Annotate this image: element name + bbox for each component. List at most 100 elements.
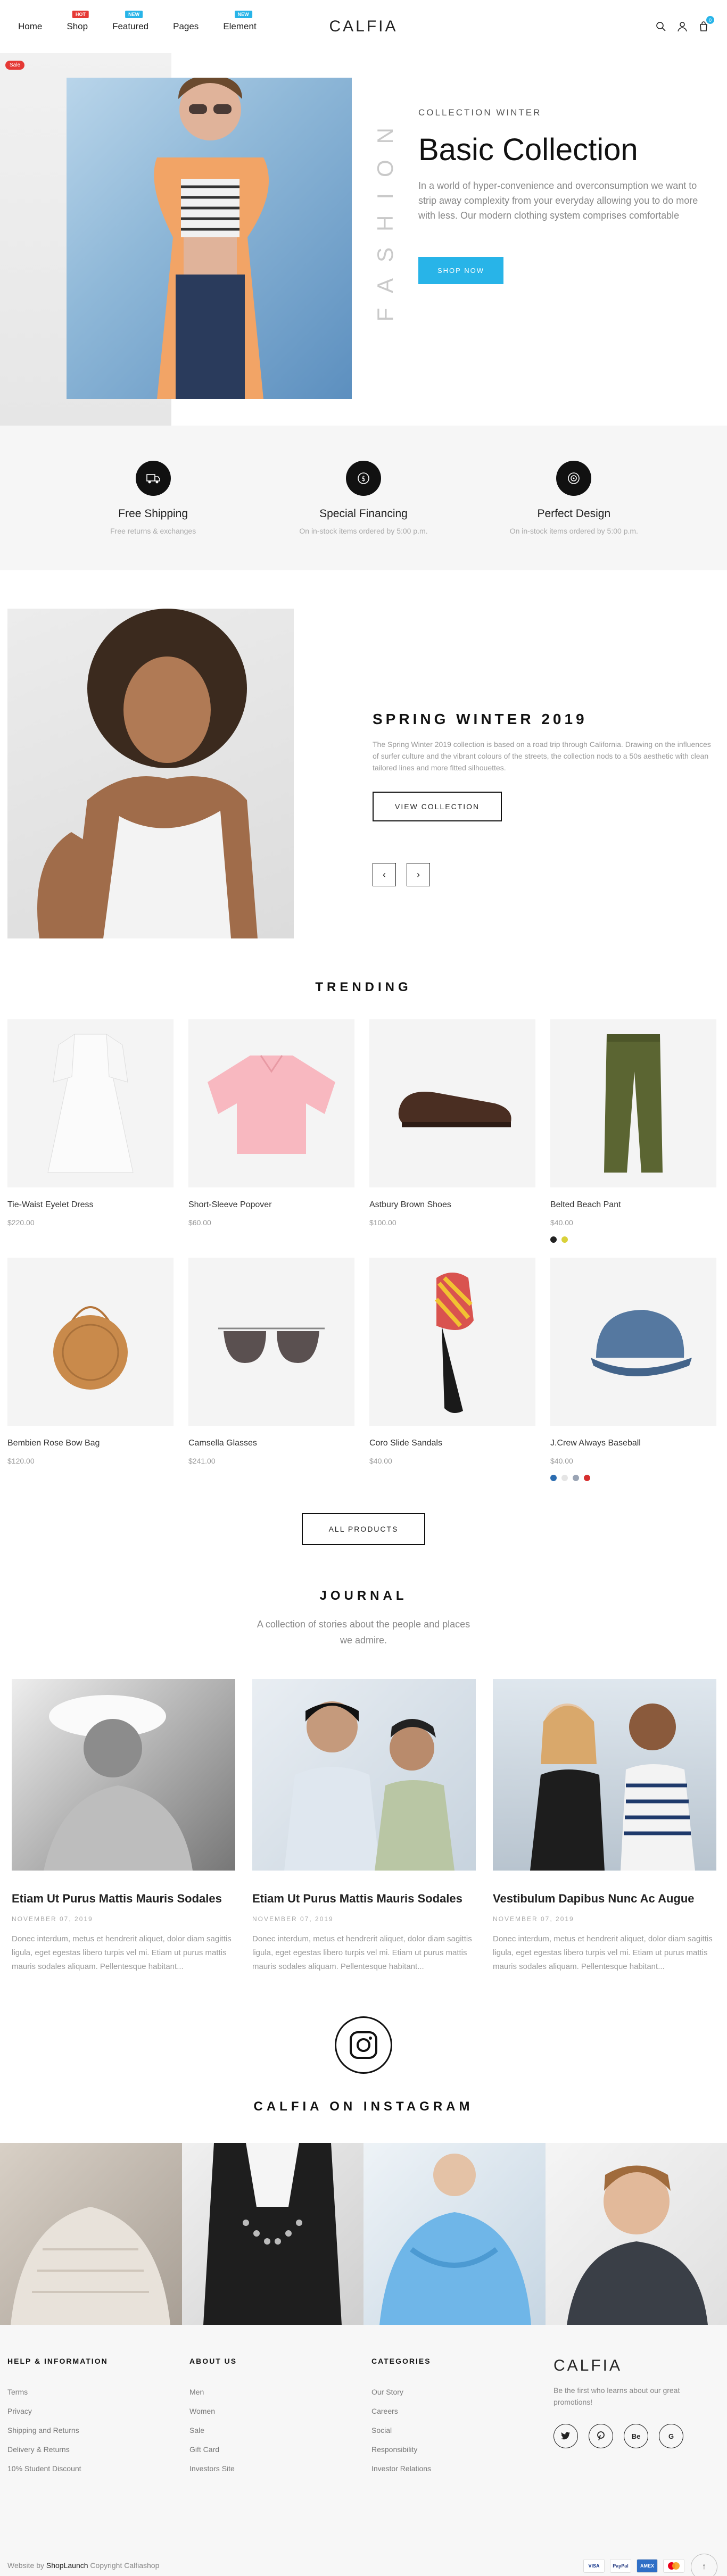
instagram-photo[interactable] xyxy=(181,2143,363,2325)
nav-label: Shop xyxy=(67,21,88,31)
product-image[interactable] xyxy=(7,1019,174,1187)
product-card[interactable]: Coro Slide Sandals $40.00 xyxy=(369,1258,535,1481)
product-card[interactable]: Tie-Waist Eyelet Dress $220.00 xyxy=(7,1019,174,1243)
nav-shop[interactable]: HOT Shop xyxy=(67,11,89,32)
product-name[interactable]: Short-Sleeve Popover xyxy=(188,1200,354,1210)
product-image[interactable] xyxy=(550,1019,716,1187)
footer-link[interactable]: Women xyxy=(189,2407,371,2415)
product-name[interactable]: Bembien Rose Bow Bag xyxy=(7,1439,174,1448)
feature-title: Free Shipping xyxy=(118,508,188,520)
product-price: $241.00 xyxy=(188,1457,216,1465)
journal-image[interactable] xyxy=(252,1679,476,1871)
view-collection-button[interactable]: VIEW COLLECTION xyxy=(373,792,502,821)
footer-link[interactable]: Shipping and Returns xyxy=(7,2426,189,2434)
footer-link[interactable]: Our Story xyxy=(371,2388,553,2396)
product-price: $40.00 xyxy=(550,1457,573,1465)
color-swatch[interactable] xyxy=(561,1236,568,1243)
footer-link[interactable]: Men xyxy=(189,2388,371,2396)
google-icon[interactable]: G xyxy=(659,2424,683,2448)
journal-post-title[interactable]: Etiam Ut Purus Mattis Mauris Sodales xyxy=(252,1892,476,1906)
hero-section: Sale FASHION COLLECTION WINTER Basic Col… xyxy=(0,53,727,426)
product-name[interactable]: Coro Slide Sandals xyxy=(369,1439,535,1448)
product-card[interactable]: Belted Beach Pant $40.00 xyxy=(550,1019,716,1243)
logo[interactable]: CALFIA xyxy=(329,18,398,36)
cart-icon[interactable]: 0 xyxy=(698,16,714,32)
user-icon[interactable] xyxy=(677,21,688,32)
product-image[interactable] xyxy=(550,1258,716,1426)
product-card[interactable]: Camsella Glasses $241.00 xyxy=(188,1258,354,1481)
product-image[interactable] xyxy=(7,1258,174,1426)
journal-image[interactable] xyxy=(493,1679,716,1871)
nav-element[interactable]: NEW Element xyxy=(223,11,257,32)
color-swatch[interactable] xyxy=(573,1475,579,1481)
shipping-icon xyxy=(135,461,171,496)
amex-icon: AMEX xyxy=(637,2559,658,2573)
product-name[interactable]: Tie-Waist Eyelet Dress xyxy=(7,1200,174,1210)
product-card[interactable]: Astbury Brown Shoes $100.00 xyxy=(369,1019,535,1243)
instagram-photo[interactable] xyxy=(363,2143,546,2325)
footer-column: HELP & INFORMATION Terms Privacy Shippin… xyxy=(7,2357,189,2483)
prev-arrow-icon[interactable]: ‹ xyxy=(373,863,396,886)
footer-link[interactable]: Sale xyxy=(189,2426,371,2434)
behance-icon[interactable]: Be xyxy=(624,2424,648,2448)
nav-label: Home xyxy=(18,21,43,31)
product-name[interactable]: J.Crew Always Baseball xyxy=(550,1439,716,1448)
nav-pages[interactable]: Pages xyxy=(173,21,199,32)
footer-link[interactable]: 10% Student Discount xyxy=(7,2464,189,2473)
footer-link[interactable]: Careers xyxy=(371,2407,553,2415)
svg-text:$: $ xyxy=(361,475,366,483)
feature-title: Perfect Design xyxy=(537,508,611,520)
product-card[interactable]: J.Crew Always Baseball $40.00 xyxy=(550,1258,716,1481)
copyright-brand-link[interactable]: ShopLaunch xyxy=(46,2561,88,2570)
journal-post-title[interactable]: Vestibulum Dapibus Nunc Ac Augue xyxy=(493,1892,716,1906)
footer-heading: ABOUT US xyxy=(189,2357,237,2365)
footer-columns: HELP & INFORMATION Terms Privacy Shippin… xyxy=(7,2357,720,2483)
instagram-photo[interactable] xyxy=(0,2143,182,2325)
product-name[interactable]: Astbury Brown Shoes xyxy=(369,1200,535,1210)
journal-post-date: NOVEMBER 07, 2019 xyxy=(12,1915,93,1923)
nav-home[interactable]: Home xyxy=(18,21,42,32)
color-swatches xyxy=(550,1475,716,1481)
all-products-button[interactable]: ALL PRODUCTS xyxy=(302,1513,425,1545)
instagram-title: CALFIA ON INSTAGRAM xyxy=(253,2099,474,2114)
color-swatch[interactable] xyxy=(561,1475,568,1481)
next-arrow-icon[interactable]: › xyxy=(407,863,430,886)
hero-kicker: COLLECTION WINTER xyxy=(418,107,542,118)
footer-link[interactable]: Gift Card xyxy=(189,2445,371,2454)
newsletter-text: Be the first who learns about our great … xyxy=(553,2386,680,2406)
color-swatch[interactable] xyxy=(550,1475,557,1481)
footer-link[interactable]: Social xyxy=(371,2426,553,2434)
pinterest-icon[interactable] xyxy=(589,2424,613,2448)
product-image[interactable] xyxy=(369,1019,535,1187)
search-icon[interactable] xyxy=(656,21,666,32)
footer-links: Our Story Careers Social Responsibility … xyxy=(371,2388,553,2473)
product-name[interactable]: Belted Beach Pant xyxy=(550,1200,716,1210)
footer-link[interactable]: Terms xyxy=(7,2388,189,2396)
footer-link[interactable]: Delivery & Returns xyxy=(7,2445,189,2454)
journal-image[interactable] xyxy=(12,1679,235,1871)
feature-subtitle: On in-stock items ordered by 5:00 p.m. xyxy=(299,527,428,535)
instagram-photo[interactable] xyxy=(545,2143,727,2325)
footer-link[interactable]: Responsibility xyxy=(371,2445,553,2454)
nav-featured[interactable]: NEW Featured xyxy=(112,11,148,32)
shop-now-button[interactable]: SHOP NOW xyxy=(418,257,503,284)
journal-post-title[interactable]: Etiam Ut Purus Mattis Mauris Sodales xyxy=(12,1892,235,1906)
product-image[interactable] xyxy=(369,1258,535,1426)
instagram-icon[interactable] xyxy=(335,2016,392,2074)
color-swatch[interactable] xyxy=(584,1475,590,1481)
product-image[interactable] xyxy=(188,1019,354,1187)
footer-link[interactable]: Investor Relations xyxy=(371,2464,553,2473)
color-swatch[interactable] xyxy=(550,1236,557,1243)
journal-post-date: NOVEMBER 07, 2019 xyxy=(493,1915,574,1923)
footer-link[interactable]: Privacy xyxy=(7,2407,189,2415)
product-price: $60.00 xyxy=(188,1218,211,1227)
product-card[interactable]: Bembien Rose Bow Bag $120.00 xyxy=(7,1258,174,1481)
footer-logo[interactable]: CALFIA xyxy=(553,2357,718,2375)
back-to-top-icon[interactable]: ↑ xyxy=(691,2554,717,2576)
product-image[interactable] xyxy=(188,1258,354,1426)
header: Home HOT Shop NEW Featured Pages NEW Elemen… xyxy=(0,0,727,53)
twitter-icon[interactable] xyxy=(553,2424,578,2448)
product-name[interactable]: Camsella Glasses xyxy=(188,1439,354,1448)
footer-link[interactable]: Investors Site xyxy=(189,2464,371,2473)
product-card[interactable]: Short-Sleeve Popover $60.00 xyxy=(188,1019,354,1243)
